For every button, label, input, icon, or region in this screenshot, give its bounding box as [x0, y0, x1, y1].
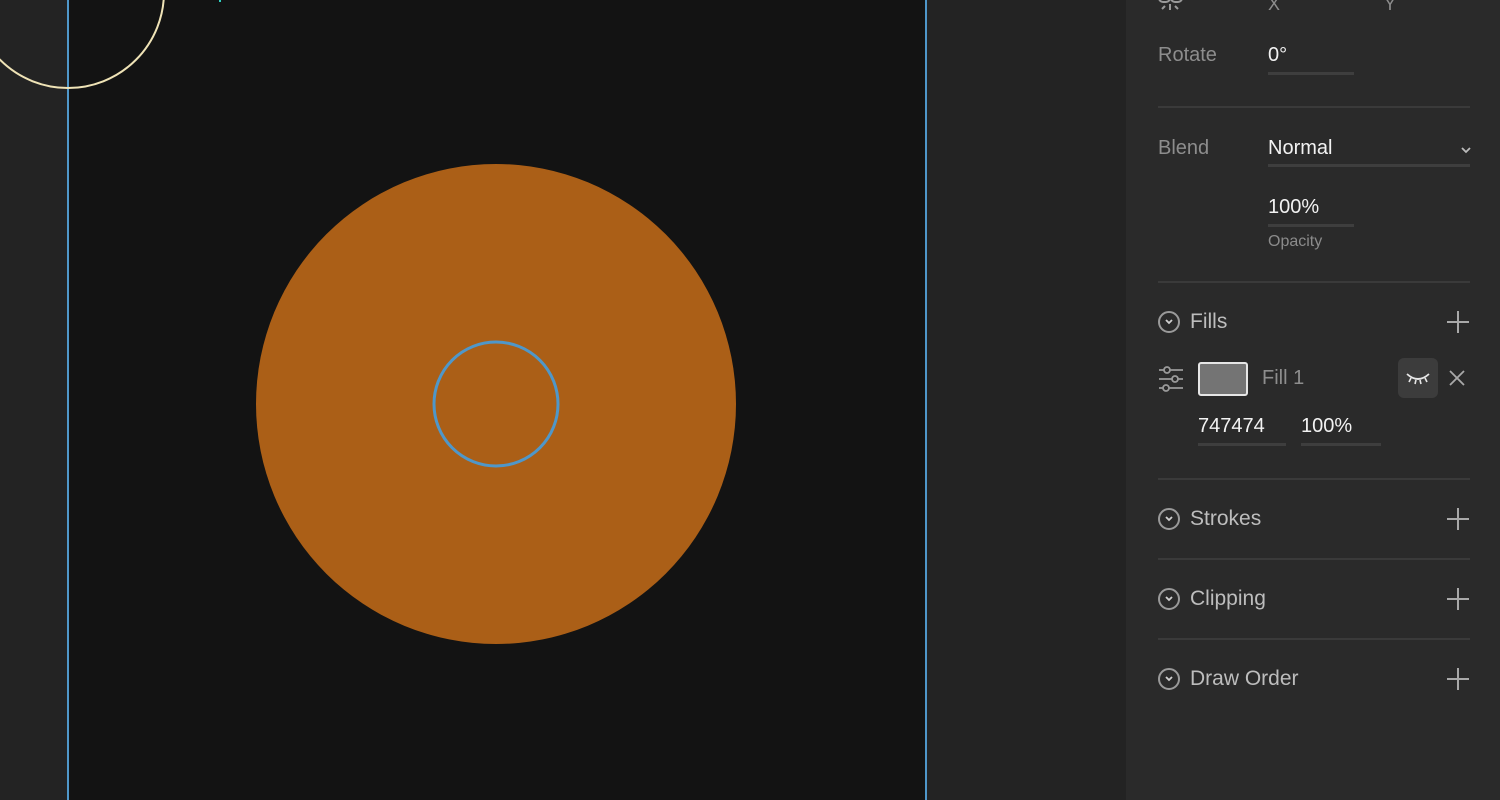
draw-order-collapse-chevron-icon[interactable]	[1158, 668, 1180, 690]
add-fill-plus-icon[interactable]	[1446, 310, 1470, 334]
add-clipping-plus-icon[interactable]	[1446, 587, 1470, 611]
x-label: X	[1268, 0, 1281, 14]
rotate-input[interactable]: 0°	[1268, 44, 1287, 67]
canvas[interactable]	[0, 0, 1126, 800]
divider	[1158, 638, 1470, 640]
divider	[1158, 281, 1470, 283]
partial-circle-outline[interactable]	[0, 0, 165, 89]
rotate-input-underline	[1268, 72, 1354, 75]
divider	[1158, 478, 1470, 480]
divider	[1158, 558, 1470, 560]
blend-label: Blend	[1158, 137, 1210, 159]
strokes-title: Strokes	[1190, 507, 1262, 530]
clipping-collapse-chevron-icon[interactable]	[1158, 588, 1180, 610]
toggle-visibility-button[interactable]	[1398, 358, 1438, 398]
add-draw-order-plus-icon[interactable]	[1446, 667, 1470, 691]
fills-collapse-chevron-icon[interactable]	[1158, 311, 1180, 333]
inspector-panel: X Y Rotate 0° Blend Normal 100% Opacity …	[1126, 0, 1500, 800]
opacity-input-underline	[1268, 224, 1354, 227]
fill-color-swatch[interactable]	[1198, 362, 1248, 396]
blend-select-underline	[1268, 164, 1470, 167]
fill-opacity-underline	[1301, 443, 1381, 446]
blend-mode-select[interactable]: Normal	[1268, 137, 1332, 160]
clipping-title: Clipping	[1190, 587, 1266, 610]
strokes-collapse-chevron-icon[interactable]	[1158, 508, 1180, 530]
sliders-icon[interactable]	[1158, 366, 1184, 397]
draw-order-title: Draw Order	[1190, 667, 1299, 690]
orange-circle-shape[interactable]	[256, 164, 736, 644]
y-label: Y	[1384, 0, 1397, 14]
fill-hex-underline	[1198, 443, 1286, 446]
opacity-input[interactable]: 100%	[1268, 196, 1319, 219]
fill-opacity-input[interactable]: 100%	[1301, 415, 1352, 438]
app-window: X Y Rotate 0° Blend Normal 100% Opacity …	[0, 0, 1500, 800]
close-icon[interactable]	[1448, 369, 1466, 392]
opacity-label: Opacity	[1268, 233, 1323, 250]
fill-name: Fill 1	[1262, 367, 1305, 389]
fills-title: Fills	[1190, 310, 1228, 333]
rotate-label: Rotate	[1158, 44, 1217, 66]
eye-closed-icon	[1405, 370, 1431, 386]
fill-hex-input[interactable]: 747474	[1198, 415, 1265, 438]
link-icon[interactable]	[1158, 0, 1184, 19]
canvas-shapes	[0, 0, 736, 644]
chevron-down-icon[interactable]	[1460, 142, 1472, 160]
divider	[1158, 106, 1470, 108]
add-stroke-plus-icon[interactable]	[1446, 507, 1470, 531]
